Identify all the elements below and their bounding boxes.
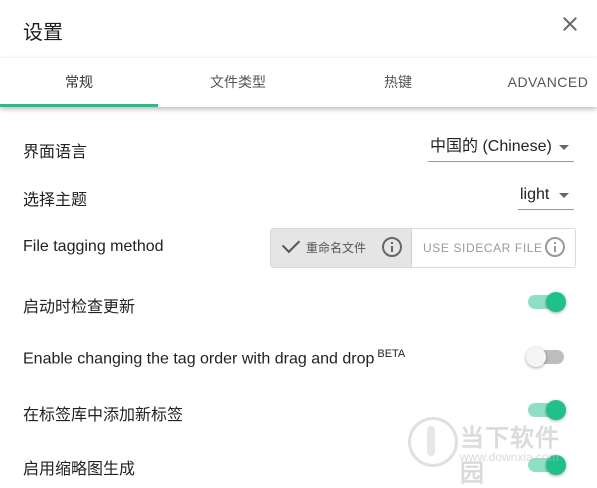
tab-bar: 常规 文件类型 热键 ADVANCED bbox=[0, 58, 597, 107]
dialog-title: 设置 bbox=[23, 22, 63, 44]
update-check-label: 启动时检查更新 bbox=[23, 299, 136, 316]
tab-general[interactable]: 常规 bbox=[0, 58, 158, 107]
language-value: 中国的 (Chinese) bbox=[430, 138, 552, 155]
info-icon[interactable] bbox=[545, 237, 565, 257]
drag-drop-text: Enable changing the tag order with drag … bbox=[23, 350, 375, 368]
beta-badge: BETA bbox=[377, 348, 406, 360]
theme-label: 选择主题 bbox=[23, 192, 88, 209]
toggle-knob bbox=[546, 292, 566, 312]
theme-select[interactable]: light bbox=[518, 181, 574, 210]
rename-file-option[interactable]: 重命名文件 bbox=[271, 229, 412, 267]
watermark: 当下软件园 www.downxia.com bbox=[408, 413, 583, 487]
toggle-knob bbox=[526, 347, 546, 367]
info-icon[interactable] bbox=[382, 237, 402, 257]
close-icon[interactable] bbox=[560, 14, 580, 34]
chevron-down-icon bbox=[559, 193, 569, 198]
check-icon bbox=[281, 234, 301, 254]
sidecar-file-label: USE SIDECAR FILE bbox=[423, 241, 543, 255]
tab-hotkeys[interactable]: 热键 bbox=[318, 58, 478, 107]
dialog-header: 设置 bbox=[0, 0, 597, 58]
thumbnails-label: 启用缩略图生成 bbox=[23, 461, 136, 478]
rename-file-label: 重命名文件 bbox=[306, 241, 367, 255]
watermark-logo-icon bbox=[408, 417, 458, 467]
update-check-toggle[interactable] bbox=[528, 292, 566, 312]
chevron-down-icon bbox=[559, 145, 569, 150]
sidecar-file-option[interactable]: USE SIDECAR FILE bbox=[412, 229, 575, 267]
language-select[interactable]: 中国的 (Chinese) bbox=[428, 133, 574, 162]
drag-drop-toggle[interactable] bbox=[526, 347, 564, 367]
add-to-library-label: 在标签库中添加新标签 bbox=[23, 407, 184, 424]
watermark-url: www.downxia.com bbox=[460, 450, 559, 464]
theme-value: light bbox=[520, 186, 550, 203]
tab-file-types[interactable]: 文件类型 bbox=[158, 58, 318, 107]
tagging-label: File tagging method bbox=[23, 238, 164, 255]
tagging-method-toggle: 重命名文件 USE SIDECAR FILE bbox=[270, 228, 576, 268]
drag-drop-label: Enable changing the tag order with drag … bbox=[23, 348, 405, 368]
language-label: 界面语言 bbox=[23, 144, 88, 161]
tab-advanced[interactable]: ADVANCED bbox=[478, 58, 597, 107]
